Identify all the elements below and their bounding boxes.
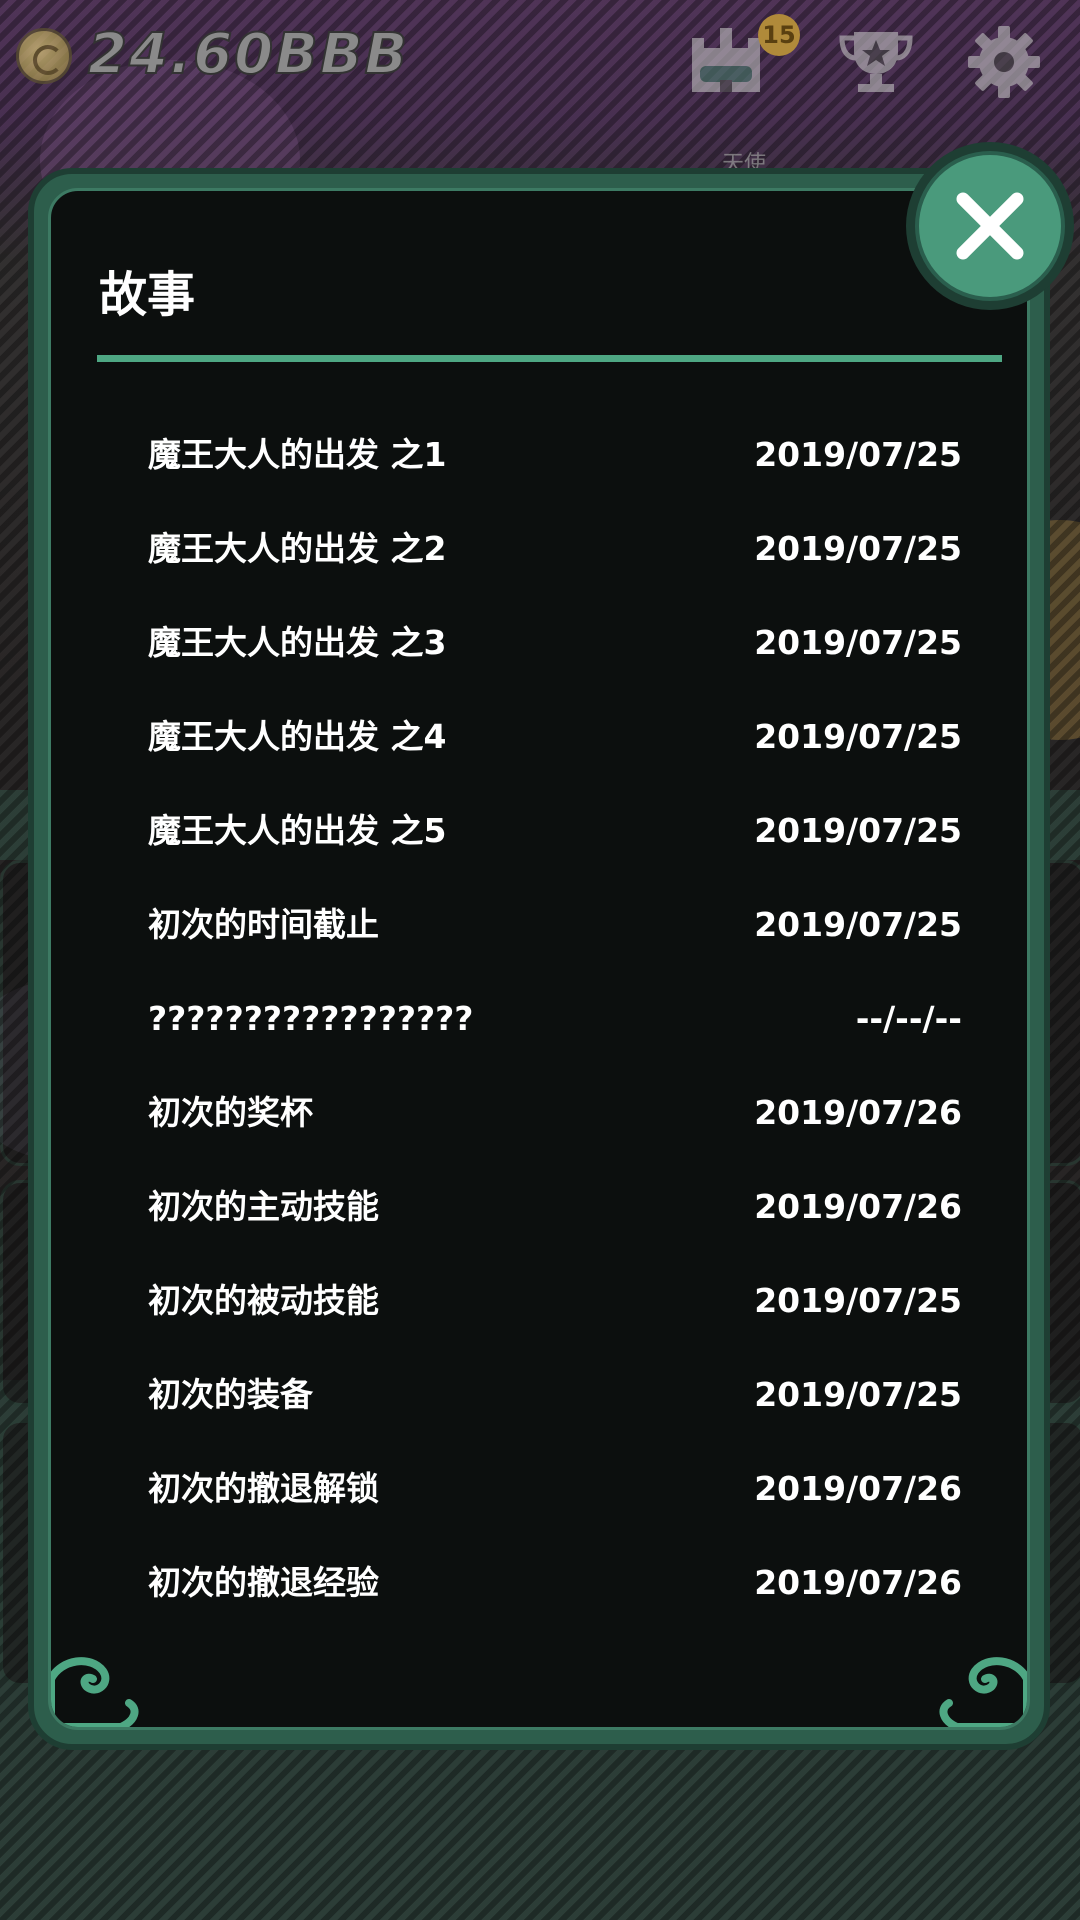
story-name: ?????????????????	[148, 999, 474, 1038]
story-name: 魔王大人的出发 之2	[148, 529, 447, 568]
story-date: 2019/07/25	[754, 717, 962, 756]
corner-ornament-icon	[51, 1657, 139, 1727]
story-name: 初次的主动技能	[148, 1187, 379, 1226]
story-row[interactable]: 初次的时间截止 2019/07/25	[51, 895, 1027, 989]
story-row[interactable]: 魔王大人的出发 之2 2019/07/25	[51, 519, 1027, 613]
story-row[interactable]: 魔王大人的出发 之5 2019/07/25	[51, 801, 1027, 895]
story-date: 2019/07/25	[754, 623, 962, 662]
story-name: 初次的时间截止	[148, 905, 379, 944]
story-date: 2019/07/25	[754, 435, 962, 474]
coin-icon	[16, 28, 72, 84]
corner-ornament-icon	[939, 1657, 1027, 1727]
story-date: 2019/07/26	[754, 1187, 962, 1226]
story-row[interactable]: 初次的奖杯 2019/07/26	[51, 1083, 1027, 1177]
story-row[interactable]: 初次的撤退解锁 2019/07/26	[51, 1459, 1027, 1553]
story-name: 初次的装备	[148, 1375, 313, 1414]
top-hud: 24.60BBB 15 天使	[0, 0, 1080, 177]
close-button-face[interactable]	[915, 151, 1065, 301]
story-row[interactable]: 魔王大人的出发 之1 2019/07/25	[51, 425, 1027, 519]
trophy-icon[interactable]	[836, 26, 916, 96]
story-row[interactable]: 魔王大人的出发 之4 2019/07/25	[51, 707, 1027, 801]
story-row[interactable]: 初次的主动技能 2019/07/26	[51, 1177, 1027, 1271]
story-name: 魔王大人的出发 之1	[148, 435, 447, 474]
story-list: 魔王大人的出发 之1 2019/07/25 魔王大人的出发 之2 2019/07/25…	[51, 425, 1027, 1647]
story-row[interactable]: 魔王大人的出发 之3 2019/07/25	[51, 613, 1027, 707]
gear-icon[interactable]	[966, 24, 1042, 100]
story-date: 2019/07/25	[754, 811, 962, 850]
story-dialog-body: 故事 魔王大人的出发 之1 2019/07/25 魔王大人的出发 之2 2019/07…	[48, 188, 1030, 1730]
story-date: --/--/--	[855, 999, 962, 1038]
story-date: 2019/07/26	[754, 1093, 962, 1132]
story-date: 2019/07/25	[754, 529, 962, 568]
story-name: 魔王大人的出发 之4	[148, 717, 447, 756]
story-date: 2019/07/25	[754, 905, 962, 944]
coin-amount: 24.60BBB	[87, 21, 410, 88]
story-date: 2019/07/25	[754, 1375, 962, 1414]
story-date: 2019/07/26	[754, 1469, 962, 1508]
story-row[interactable]: 初次的撤退经验 2019/07/26	[51, 1553, 1027, 1647]
close-button[interactable]	[906, 142, 1074, 310]
story-name: 初次的撤退经验	[148, 1563, 379, 1602]
dialog-title: 故事	[99, 267, 196, 323]
story-name: 魔王大人的出发 之5	[148, 811, 447, 850]
story-date: 2019/07/25	[754, 1281, 962, 1320]
castle-icon	[692, 28, 760, 92]
story-row[interactable]: 初次的被动技能 2019/07/25	[51, 1271, 1027, 1365]
story-name: 初次的撤退解锁	[148, 1469, 379, 1508]
screen: 24.60BBB 15 天使 故事 魔王大人的出发 之1 2019/07/25 …	[0, 0, 1080, 1920]
castle-badge: 15	[758, 14, 800, 56]
title-divider	[97, 355, 1002, 362]
story-row[interactable]: 初次的装备 2019/07/25	[51, 1365, 1027, 1459]
story-row[interactable]: ????????????????? --/--/--	[51, 989, 1027, 1083]
story-name: 初次的奖杯	[148, 1093, 313, 1132]
story-name: 初次的被动技能	[148, 1281, 379, 1320]
story-date: 2019/07/26	[754, 1563, 962, 1602]
story-dialog: 故事 魔王大人的出发 之1 2019/07/25 魔王大人的出发 之2 2019/07…	[28, 168, 1050, 1750]
close-icon[interactable]	[945, 181, 1035, 271]
story-name: 魔王大人的出发 之3	[148, 623, 447, 662]
